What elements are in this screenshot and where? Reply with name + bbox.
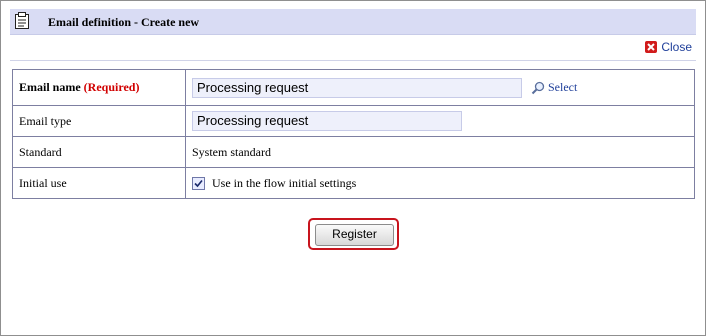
checkmark-icon [194,180,203,188]
initial-use-value-cell: Use in the flow initial settings [185,167,695,199]
action-bar: Close [10,35,696,61]
required-marker: (Required) [83,80,140,94]
register-button[interactable]: Register [315,224,394,246]
close-button[interactable]: Close [645,40,692,54]
standard-value: System standard [185,136,695,168]
email-type-value-cell: Processing request [185,105,695,137]
title-bar: Email definition - Create new [10,9,696,35]
email-name-label-cell: Email name (Required) [12,69,186,106]
row-standard: Standard System standard [12,136,695,168]
initial-use-label: Initial use [12,167,186,199]
initial-use-checkbox-label[interactable]: Use in the flow initial settings [212,176,356,190]
email-type-input[interactable]: Processing request [192,111,462,131]
email-definition-form: Email name (Required) Processing request… [12,69,695,199]
clipboard-icon [14,12,30,29]
email-name-input[interactable]: Processing request [192,77,522,98]
dialog-window: Email definition - Create new Close Emai… [0,0,706,336]
close-label: Close [661,40,692,54]
register-highlight: Register [308,218,399,250]
initial-use-checkbox[interactable] [192,177,205,191]
search-icon [531,81,545,94]
row-email-type: Email type Processing request [12,105,695,137]
row-initial-use: Initial use Use in the flow initial sett… [12,167,695,199]
row-email-name: Email name (Required) Processing request… [12,69,695,106]
email-name-label: Email name [19,80,81,94]
select-label: Select [548,80,578,94]
page-title: Email definition - Create new [48,15,200,29]
standard-label: Standard [12,136,186,168]
email-type-label: Email type [12,105,186,137]
select-button[interactable]: Select [531,80,577,95]
close-icon [645,41,658,53]
email-name-value-cell: Processing request Select [185,69,695,106]
